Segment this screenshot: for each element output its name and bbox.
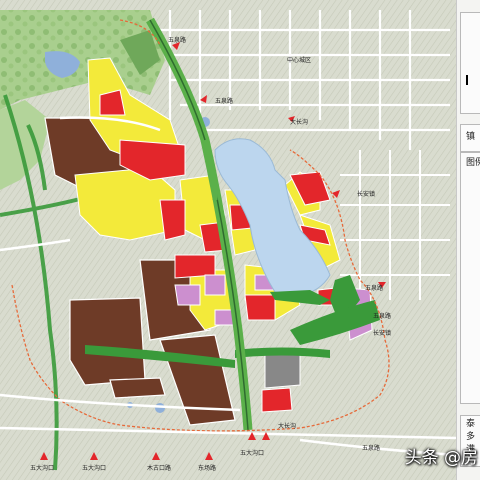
- exit-label-2: 五大沟口: [82, 464, 106, 472]
- legend-compass-box: [460, 12, 480, 114]
- watermark: 头条 @房: [404, 448, 478, 468]
- place-label-east-5: 长安镇: [373, 329, 391, 337]
- legend-panel: 镇 图例 泰 多 满: [456, 0, 480, 480]
- place-label-east-2: 长安镇: [357, 190, 375, 198]
- exit-label-4: 东场路: [198, 464, 216, 472]
- legend-title-2: 图例: [466, 158, 480, 168]
- legend-title-box: 镇: [460, 124, 480, 152]
- legend-footer-2: 多: [466, 432, 476, 442]
- place-label-east-4: 五泉路: [373, 312, 391, 320]
- place-label-north-1: 五泉路: [168, 36, 186, 44]
- place-label-east-3: 五泉路: [365, 284, 383, 292]
- place-label-xidong: 中心城区: [287, 56, 311, 64]
- legend-items-box: 图例: [460, 152, 480, 404]
- legend-footer-1: 泰: [466, 419, 476, 429]
- north-arrow-icon: [466, 75, 468, 85]
- exit-label-5: 五大沟口: [240, 449, 264, 457]
- land-use-map: 中心城区 五泉路 五泉路 大长沟 长安镇 五泉路 五泉路 长安镇 五泉路 大长沟…: [0, 0, 456, 480]
- exit-label-1: 五大沟口: [30, 464, 54, 472]
- place-label-east-1: 大长沟: [290, 118, 308, 126]
- place-label-east-6: 五泉路: [362, 444, 380, 452]
- warehouse-zone: [264, 351, 301, 389]
- exit-label-3: 木古口路: [147, 464, 171, 472]
- legend-title-1: 镇: [466, 132, 476, 142]
- place-label-south-1: 大长沟: [278, 422, 296, 430]
- place-label-north-2: 五泉路: [215, 97, 233, 105]
